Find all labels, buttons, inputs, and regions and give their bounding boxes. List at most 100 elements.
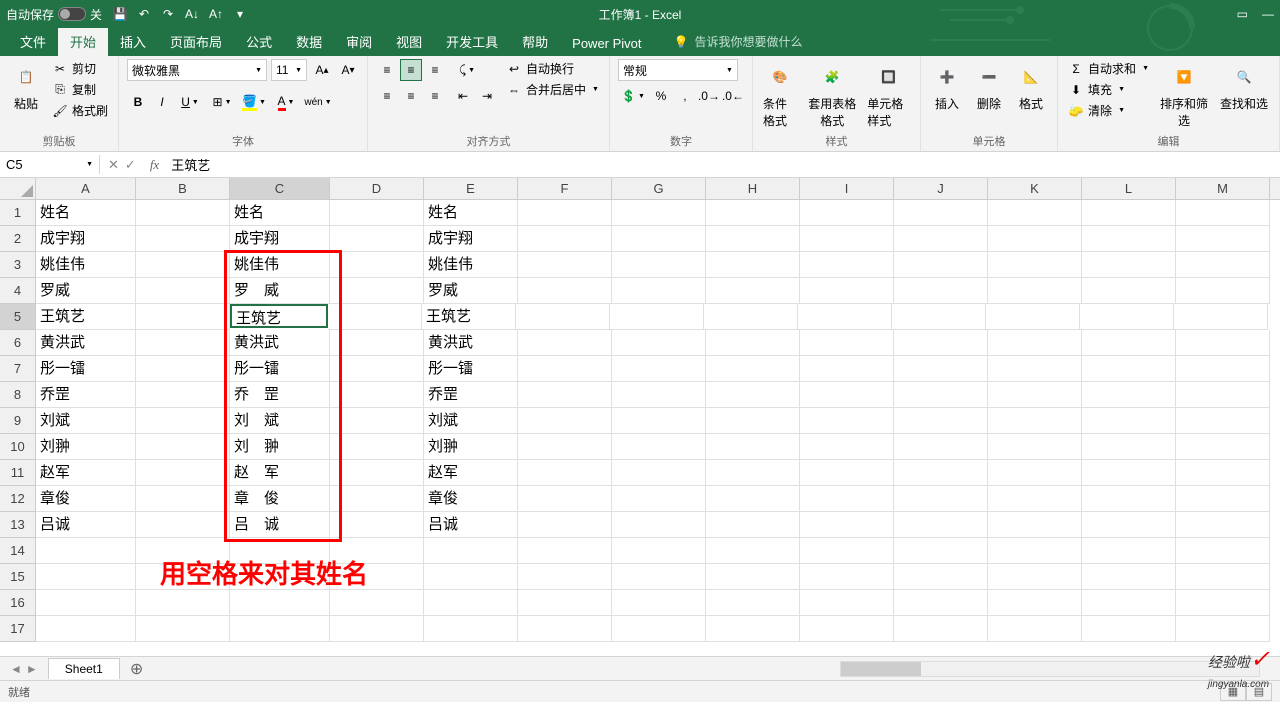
cell[interactable] <box>1082 278 1176 304</box>
tab-insert[interactable]: 插入 <box>108 27 158 56</box>
sort-asc-icon[interactable]: A↓ <box>184 6 200 22</box>
conditional-format-button[interactable]: 🎨条件格式 <box>761 59 799 131</box>
cell[interactable] <box>518 538 612 564</box>
cell[interactable] <box>1176 512 1270 538</box>
cell[interactable]: 乔 罡 <box>230 382 330 408</box>
cell[interactable] <box>706 226 800 252</box>
cell[interactable] <box>1176 434 1270 460</box>
cell[interactable] <box>518 382 612 408</box>
tab-home[interactable]: 开始 <box>58 27 108 56</box>
cell[interactable]: 彤一镭 <box>424 356 518 382</box>
cell[interactable] <box>706 330 800 356</box>
cell[interactable] <box>330 486 424 512</box>
cell[interactable] <box>1176 408 1270 434</box>
cell[interactable] <box>1080 304 1174 330</box>
fill-color-button[interactable]: 🪣▼ <box>239 91 269 113</box>
tell-me-search[interactable]: 💡 告诉我你想要做什么 <box>674 33 803 56</box>
cell[interactable] <box>612 226 706 252</box>
cell[interactable] <box>612 330 706 356</box>
copy-button[interactable]: ⎘复制 <box>50 80 110 99</box>
cell[interactable] <box>800 226 894 252</box>
cell[interactable]: 姚佳伟 <box>230 252 330 278</box>
cell[interactable] <box>1082 434 1176 460</box>
cell[interactable] <box>612 590 706 616</box>
row-header[interactable]: 15 <box>0 564 35 590</box>
decrease-decimal-button[interactable]: .0← <box>722 85 744 107</box>
cell[interactable] <box>518 564 612 590</box>
cell[interactable] <box>230 590 330 616</box>
cell[interactable] <box>518 434 612 460</box>
cell[interactable] <box>800 252 894 278</box>
cell[interactable] <box>1176 486 1270 512</box>
cell[interactable]: 王筑艺 <box>230 304 328 328</box>
col-header[interactable]: D <box>330 178 424 199</box>
cell[interactable] <box>330 512 424 538</box>
cell[interactable]: 罗 威 <box>230 278 330 304</box>
cell[interactable] <box>612 252 706 278</box>
tab-layout[interactable]: 页面布局 <box>158 27 234 56</box>
accounting-format-button[interactable]: 💲▼ <box>618 85 648 107</box>
cell[interactable] <box>1082 564 1176 590</box>
cut-button[interactable]: ✂剪切 <box>50 59 110 78</box>
row-header[interactable]: 12 <box>0 486 35 512</box>
cell[interactable] <box>518 486 612 512</box>
cell[interactable]: 乔罡 <box>424 382 518 408</box>
cell[interactable]: 吕诚 <box>36 512 136 538</box>
cell[interactable] <box>800 434 894 460</box>
cell[interactable]: 成宇翔 <box>36 226 136 252</box>
cell[interactable] <box>894 564 988 590</box>
cell[interactable] <box>36 590 136 616</box>
save-icon[interactable]: 💾 <box>112 6 128 22</box>
cell[interactable]: 姓名 <box>36 200 136 226</box>
cell[interactable]: 赵军 <box>36 460 136 486</box>
cell[interactable] <box>800 356 894 382</box>
sheet-nav-arrows[interactable]: ◄► <box>0 662 48 676</box>
format-table-button[interactable]: 🧩套用表格格式 <box>805 59 859 131</box>
cell[interactable] <box>1082 200 1176 226</box>
autosave-toggle[interactable]: 自动保存 关 <box>6 6 102 23</box>
increase-indent-button[interactable]: ⇥ <box>476 85 498 107</box>
cell[interactable] <box>800 538 894 564</box>
cell[interactable]: 彤一镭 <box>36 356 136 382</box>
cell[interactable] <box>136 278 230 304</box>
cell[interactable] <box>136 408 230 434</box>
cell[interactable] <box>424 616 518 642</box>
cell[interactable] <box>330 616 424 642</box>
cell[interactable]: 罗威 <box>424 278 518 304</box>
cell[interactable] <box>894 330 988 356</box>
cell-styles-button[interactable]: 🔲单元格样式 <box>865 59 912 131</box>
cell[interactable]: 黄洪武 <box>424 330 518 356</box>
cell[interactable] <box>706 252 800 278</box>
cell[interactable] <box>988 512 1082 538</box>
col-header[interactable]: L <box>1082 178 1176 199</box>
cell[interactable] <box>136 356 230 382</box>
cell[interactable] <box>1176 460 1270 486</box>
cell[interactable]: 刘斌 <box>424 408 518 434</box>
row-header[interactable]: 1 <box>0 200 35 226</box>
cell[interactable] <box>1176 538 1270 564</box>
sort-filter-button[interactable]: 🔽排序和筛选 <box>1157 59 1211 131</box>
align-left-button[interactable]: ≡ <box>376 85 398 107</box>
cell[interactable]: 姓名 <box>424 200 518 226</box>
cell[interactable] <box>706 356 800 382</box>
col-header[interactable]: B <box>136 178 230 199</box>
cell[interactable] <box>518 512 612 538</box>
cell[interactable] <box>612 434 706 460</box>
cell[interactable] <box>800 278 894 304</box>
cell[interactable] <box>518 356 612 382</box>
cell[interactable] <box>330 252 424 278</box>
qat-dropdown-icon[interactable]: ▾ <box>232 6 248 22</box>
cell[interactable] <box>800 564 894 590</box>
underline-button[interactable]: U▼ <box>175 91 205 113</box>
tab-dev[interactable]: 开发工具 <box>434 27 510 56</box>
cell[interactable] <box>1082 486 1176 512</box>
cell[interactable] <box>518 226 612 252</box>
cell[interactable]: 罗威 <box>36 278 136 304</box>
merge-center-button[interactable]: ⇔合并后居中▼ <box>504 80 601 99</box>
cell[interactable] <box>136 200 230 226</box>
cell[interactable] <box>612 382 706 408</box>
row-header[interactable]: 10 <box>0 434 35 460</box>
cell[interactable] <box>800 200 894 226</box>
col-header[interactable]: C <box>230 178 330 199</box>
cell[interactable] <box>800 590 894 616</box>
